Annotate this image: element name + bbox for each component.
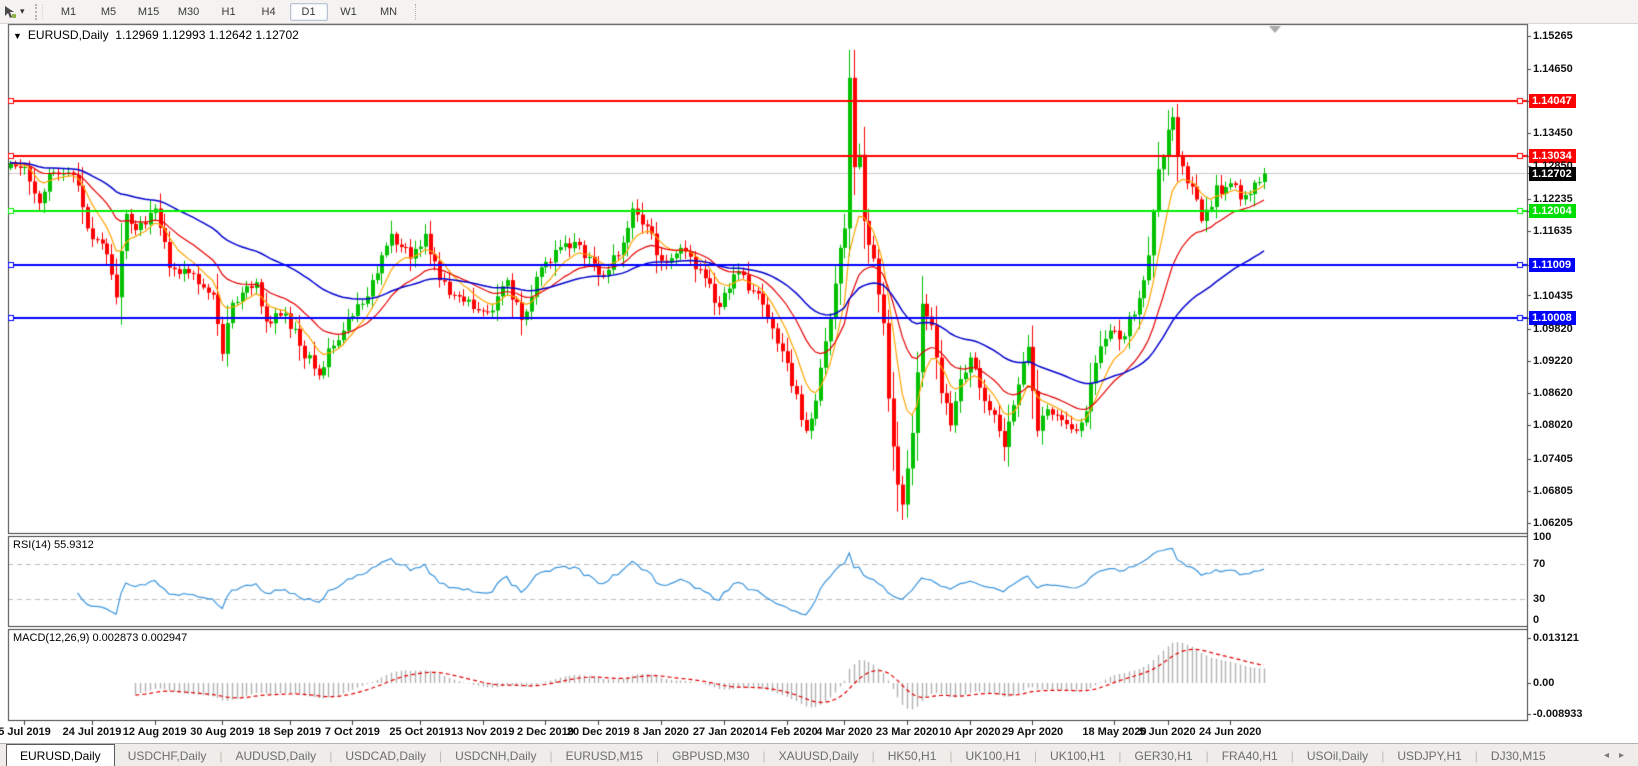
price-tick-label: 1.09220	[1533, 354, 1573, 367]
current-price-label[interactable]: 1.12702	[1529, 166, 1576, 181]
date-tick-label: 5 Jul 2019	[0, 726, 51, 738]
date-tick-label: 23 Mar 2020	[875, 726, 939, 738]
chart-title: ▼ EURUSD,Daily 1.12969 1.12993 1.12642 1.…	[13, 28, 299, 42]
chart-tab-gbpusd-m30[interactable]: GBPUSD,M30	[659, 744, 762, 766]
date-tick-label: 24 Jun 2020	[1199, 726, 1262, 738]
price-tick-label: 1.14650	[1533, 62, 1573, 75]
hline-price-label[interactable]: 1.12004	[1529, 204, 1576, 218]
macd-tick-label: 0.00	[1533, 677, 1555, 689]
date-tick-label: 10 Apr 2020	[939, 726, 1001, 738]
date-tick-label: 20 Dec 2019	[566, 726, 630, 738]
price-tick-label: 1.10435	[1533, 289, 1573, 302]
date-tick-label: 18 Sep 2019	[258, 726, 322, 738]
chart-tab-uk100-h1[interactable]: UK100,H1	[1037, 744, 1118, 766]
chart-ohlc-values: 1.12969 1.12993 1.12642 1.12702	[115, 28, 299, 42]
rsi-tick-label: 100	[1533, 531, 1552, 543]
chart-tab-bar: EURUSD,Daily USDCHF,Daily | AUDUSD,Daily | US…	[0, 743, 1638, 766]
chart-tab-usdcad-daily[interactable]: USDCAD,Daily	[332, 744, 439, 766]
date-tick-label: 25 Oct 2019	[389, 726, 451, 738]
date-tick-label: 2 Dec 2019	[516, 726, 574, 738]
chart-tab-uk100-h1[interactable]: UK100,H1	[953, 744, 1034, 766]
scroll-right-icon[interactable]: ▸	[1619, 750, 1624, 761]
date-tick-label: 27 Jan 2020	[692, 726, 755, 738]
date-tick-label: 14 Feb 2020	[755, 726, 818, 738]
rsi-tick-label: 70	[1533, 557, 1546, 570]
date-tick-label: 24 Jul 2019	[62, 726, 122, 738]
price-tick-label: 1.12235	[1533, 192, 1573, 205]
rsi-tick-label: 30	[1533, 593, 1546, 606]
macd-indicator-label: MACD(12,26,9) 0.002873 0.002947	[13, 632, 188, 644]
chart-tabs: EURUSD,Daily USDCHF,Daily | AUDUSD,Daily | US…	[0, 744, 1559, 766]
chart-tab-eurusd-daily[interactable]: EURUSD,Daily	[6, 744, 115, 766]
date-tick-label: 5 Jun 2020	[1139, 726, 1196, 738]
date-tick-label: 18 May 2020	[1082, 726, 1147, 738]
hline-price-label[interactable]: 1.11009	[1529, 257, 1576, 272]
price-tick-label: 1.06205	[1533, 517, 1573, 530]
chart-tab-usdchf-daily[interactable]: USDCHF,Daily	[115, 744, 220, 766]
rsi-indicator-label: RSI(14) 55.9312	[13, 539, 94, 551]
price-tick-label: 1.09820	[1533, 322, 1573, 335]
chart-tab-xauusd-daily[interactable]: XAUUSD,Daily	[766, 744, 872, 766]
macd-tick-label: -0.008933	[1533, 707, 1583, 720]
date-tick-label: 7 Oct 2019	[324, 726, 380, 738]
price-tick-label: 1.13450	[1533, 127, 1573, 140]
chart-tab-ger30-h1[interactable]: GER30,H1	[1122, 744, 1206, 766]
scroll-left-icon[interactable]: ◂	[1604, 750, 1609, 761]
price-tick-label: 1.15265	[1533, 29, 1573, 42]
chart-tab-audusd-daily[interactable]: AUDUSD,Daily	[223, 744, 330, 766]
chart-tab-hk50-h1[interactable]: HK50,H1	[875, 744, 950, 766]
price-tick-label: 1.11635	[1533, 224, 1573, 237]
chart-tab-eurusd-m15[interactable]: EURUSD,M15	[553, 744, 656, 766]
chart-tab-dj30-m15[interactable]: DJ30,M15	[1478, 744, 1559, 766]
chart-tab-usdcnh-daily[interactable]: USDCNH,Daily	[442, 744, 549, 766]
main-chart-canvas[interactable]	[0, 0, 1638, 766]
macd-tick-label: 0.013121	[1533, 632, 1579, 644]
price-tick-label: 1.08620	[1533, 387, 1573, 400]
price-tick-label: 1.07405	[1533, 452, 1573, 465]
date-tick-label: 8 Jan 2020	[633, 726, 689, 738]
hline-price-label[interactable]: 1.14047	[1529, 94, 1576, 109]
chart-tab-usoil-daily[interactable]: USOil,Daily	[1294, 744, 1381, 766]
date-tick-label: 4 Mar 2020	[816, 726, 873, 738]
date-tick-label: 29 Apr 2020	[1001, 726, 1064, 738]
chart-tab-usdjpy-h1[interactable]: USDJPY,H1	[1384, 744, 1474, 766]
price-tick-label: 1.08020	[1533, 419, 1573, 432]
chart-collapse-icon[interactable]: ▼	[13, 31, 22, 41]
price-tick-label: 1.06805	[1533, 484, 1573, 497]
date-tick-label: 12 Aug 2019	[122, 726, 187, 738]
date-tick-label: 13 Nov 2019	[450, 726, 515, 738]
chart-tab-fra40-h1[interactable]: FRA40,H1	[1209, 744, 1291, 766]
date-tick-label: 30 Aug 2019	[190, 726, 255, 738]
rsi-tick-label: 0	[1533, 614, 1540, 626]
tab-scroll-arrows: ◂ ▸	[1604, 744, 1638, 766]
chart-symbol-period: EURUSD,Daily	[27, 28, 109, 42]
trading-app-window: ▾ M1M5M15M30H1H4D1W1MN ▼EURUSD,Daily 1.1…	[0, 0, 1638, 766]
